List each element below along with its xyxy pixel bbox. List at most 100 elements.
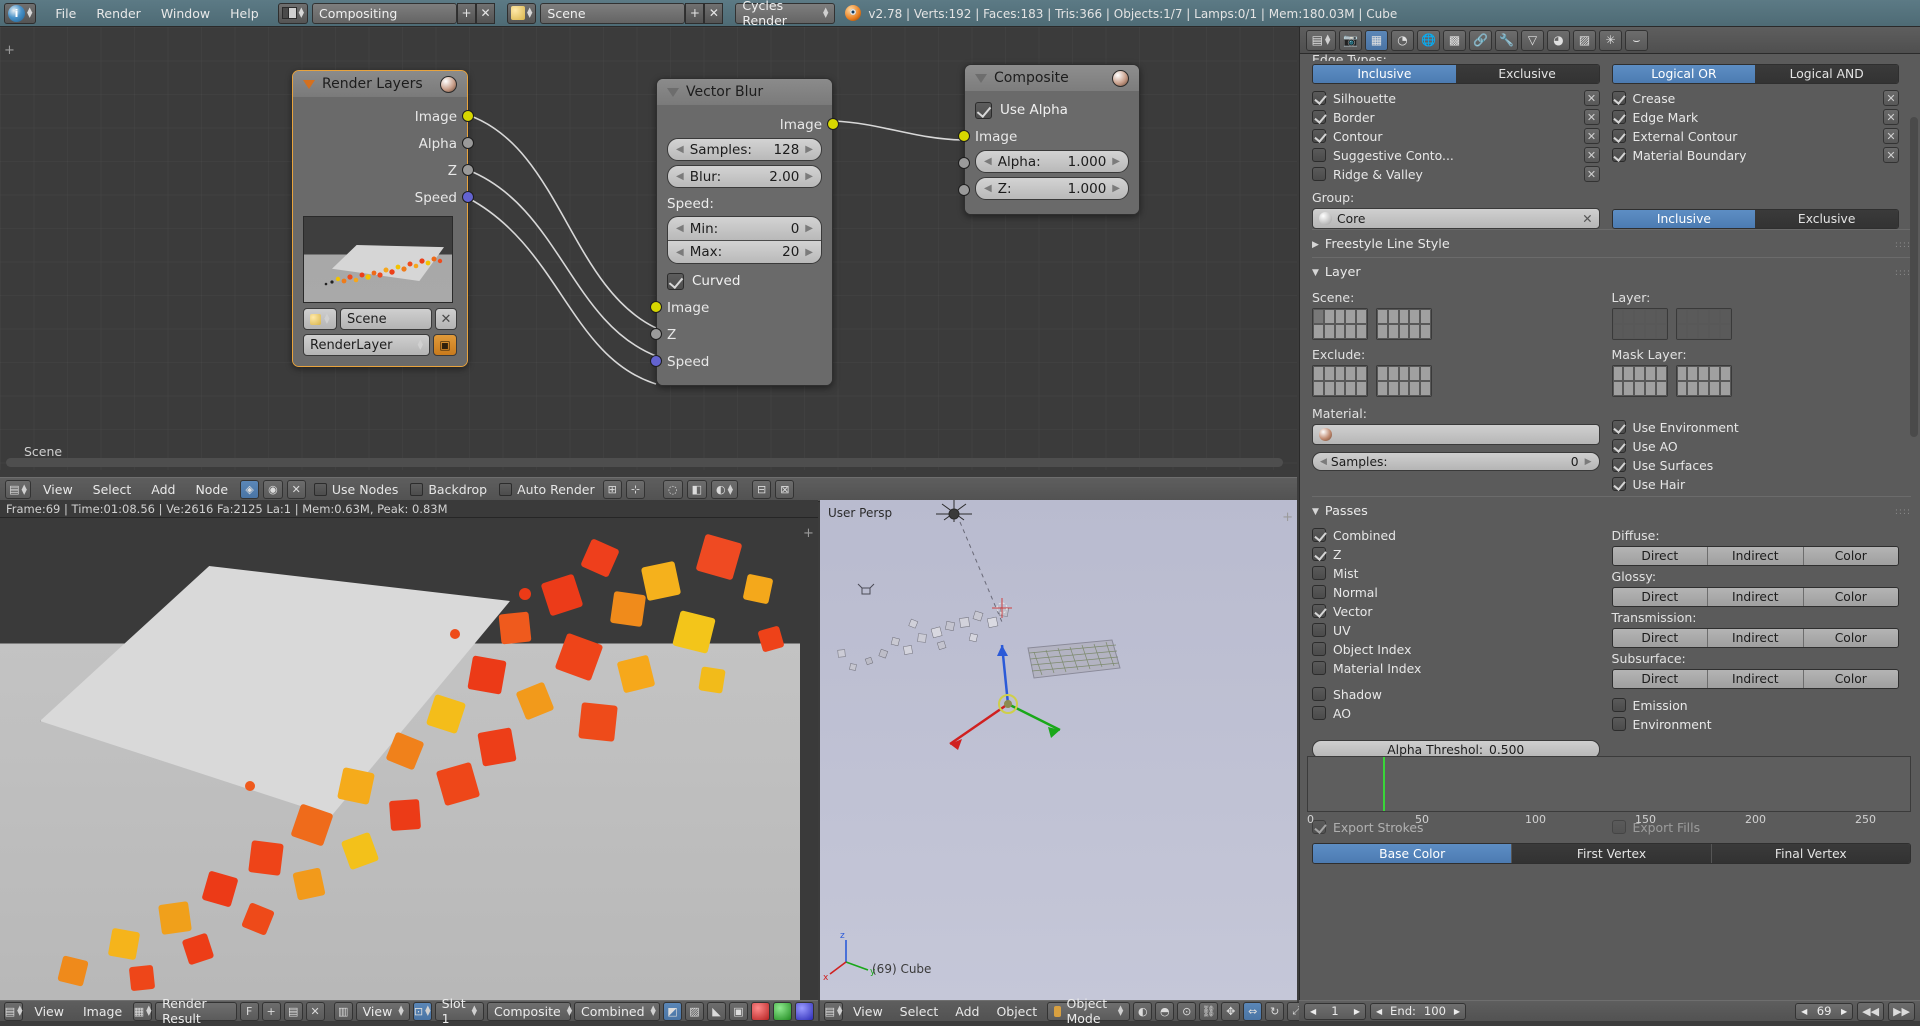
decrement-arrow-icon[interactable]: ◀ <box>676 247 684 258</box>
channel-green-icon[interactable] <box>773 1002 792 1021</box>
decrement-arrow-icon[interactable]: ◀ <box>1376 1007 1382 1016</box>
material-icon[interactable]: ◕ <box>1547 30 1570 51</box>
unlink-image-icon[interactable]: ✕ <box>306 1002 325 1021</box>
btn-glossy-direct[interactable]: Direct <box>1613 588 1709 606</box>
checkbox-icon[interactable] <box>1612 717 1626 731</box>
scene-browse-icon[interactable]: ▲▼ <box>303 308 337 330</box>
opt-use-hair[interactable]: Use Hair <box>1612 475 1900 493</box>
slot-selector[interactable]: Slot 1 ▲▼ <box>435 1002 484 1021</box>
mask-grid-a[interactable] <box>1612 365 1668 397</box>
decrement-arrow-icon[interactable]: ◀ <box>676 223 684 234</box>
btn-group-inclusive[interactable]: Inclusive <box>1613 210 1756 228</box>
render-slot-icon[interactable]: ⊡▲▼ <box>413 1002 432 1021</box>
section-header[interactable]: ▼ Passes :::: <box>1312 501 1911 522</box>
collapse-triangle-icon[interactable] <box>667 88 679 97</box>
subsurface-buttons[interactable]: Direct Indirect Color <box>1612 669 1900 689</box>
viewport-menu-view[interactable]: View <box>846 1002 890 1021</box>
decrement-arrow-icon[interactable]: ◀ <box>1801 1007 1807 1016</box>
input-socket-image[interactable]: Image <box>975 123 1129 150</box>
manipulator-toggle-icon[interactable]: ✥ <box>1221 1002 1240 1021</box>
socket-dot-alpha-icon[interactable] <box>462 137 474 149</box>
channel-blue-icon[interactable] <box>795 1002 814 1021</box>
checkbox-icon[interactable] <box>1312 687 1326 701</box>
pass-material-index[interactable]: Material Index <box>1312 659 1600 677</box>
image-menu-image[interactable]: Image <box>75 1002 130 1021</box>
increment-arrow-icon[interactable]: ▶ <box>805 223 813 234</box>
display-channels-color-icon[interactable]: ◩ <box>663 1002 682 1021</box>
tab-base-color[interactable]: Base Color <box>1313 844 1512 863</box>
layer-grid-a[interactable] <box>1612 308 1668 340</box>
mask-grids[interactable] <box>1612 365 1900 397</box>
pass-selector[interactable]: Combined ▲▼ <box>574 1002 660 1021</box>
clear-scene-button[interactable]: ✕ <box>435 308 457 330</box>
region-toggle-plus-icon[interactable]: + <box>4 43 15 58</box>
mask-grid-b[interactable] <box>1676 365 1732 397</box>
section-header[interactable]: ▶ Freestyle Line Style :::: <box>1312 234 1911 255</box>
jump-end-icon[interactable]: ▶▶ <box>1888 1002 1915 1021</box>
increment-arrow-icon[interactable]: ▶ <box>1841 1007 1847 1016</box>
renderlayer-field[interactable]: RenderLayer ▲▼ <box>303 334 430 356</box>
pass-normal[interactable]: Normal <box>1312 583 1600 601</box>
checkbox-icon[interactable] <box>314 483 327 496</box>
node-render-layers[interactable]: Render Layers Image Alpha Z Speed <box>292 70 468 367</box>
properties-editor[interactable]: ▤▲▼ 📷 ▦ ◔ 🌐 ▩ 🔗 🔧 ▽ ◕ ▨ ✳ ⌣ Edge Types: … <box>1299 27 1920 1000</box>
image-datablock-field[interactable]: Render Result <box>155 1002 237 1021</box>
node-header[interactable]: Vector Blur <box>657 79 832 105</box>
snap-magnet-icon[interactable]: ⛓ <box>1199 1002 1218 1021</box>
pass-ao[interactable]: AO <box>1312 704 1600 722</box>
editor-type-icon[interactable]: ▤▲▼ <box>5 480 31 499</box>
checkbox-icon[interactable] <box>1312 706 1326 720</box>
pass-combined[interactable]: Combined <box>1312 526 1600 544</box>
render-camera-icon[interactable]: ▣ <box>433 334 457 356</box>
alpha-row[interactable]: ◀ Alpha: 1.000 ▶ <box>975 150 1129 173</box>
section-layer[interactable]: ▼ Layer :::: Scene: Layer: <box>1312 257 1911 496</box>
menu-window[interactable]: Window <box>152 3 219 24</box>
diffuse-buttons[interactable]: Direct Indirect Color <box>1612 546 1900 566</box>
btn-logical-or[interactable]: Logical OR <box>1613 65 1756 83</box>
socket-dot-speed-icon[interactable] <box>462 191 474 203</box>
editor-type-selector[interactable]: i ▲▼ <box>4 3 36 24</box>
manipulator-translate-icon[interactable]: ⇔ <box>1243 1002 1262 1021</box>
edge-type-external-contour[interactable]: External Contour ✕ <box>1612 127 1900 145</box>
z-field[interactable]: ◀ Z: 1.000 ▶ <box>975 177 1129 200</box>
scene-icon-box[interactable]: ▲▼ <box>507 3 536 24</box>
checkbox-icon[interactable] <box>1312 623 1326 637</box>
checkbox-icon[interactable] <box>1612 477 1626 491</box>
exclude-toggle-icon[interactable]: ✕ <box>1584 109 1600 125</box>
increment-arrow-icon[interactable]: ▶ <box>805 144 813 155</box>
checkbox-icon[interactable] <box>1312 661 1326 675</box>
edge-type-material-boundary[interactable]: Material Boundary ✕ <box>1612 146 1900 164</box>
checkbox-icon[interactable] <box>1312 528 1326 542</box>
group-field[interactable]: Core ✕ <box>1312 208 1600 229</box>
modifiers-icon[interactable]: 🔧 <box>1495 30 1518 51</box>
increment-arrow-icon[interactable]: ▶ <box>805 171 813 182</box>
opt-use-environment[interactable]: Use Environment <box>1612 418 1900 436</box>
frame-display[interactable]: ◀ 69 ▶ <box>1795 1003 1853 1020</box>
node-menu-node[interactable]: Node <box>187 480 236 499</box>
chevron-down-icon[interactable]: ▼ <box>1312 507 1319 517</box>
auto-render-toggle[interactable]: Auto Render <box>495 482 599 497</box>
checkbox-icon[interactable] <box>1312 547 1326 561</box>
btn-exclusive[interactable]: Exclusive <box>1456 65 1599 83</box>
btn-subsurface-indirect[interactable]: Indirect <box>1708 670 1804 688</box>
checkbox-icon[interactable] <box>1612 698 1626 712</box>
btn-glossy-indirect[interactable]: Indirect <box>1708 588 1804 606</box>
socket-dot-image-icon[interactable] <box>958 130 970 142</box>
exclude-grid-a[interactable] <box>1312 365 1368 397</box>
node-frame-icon[interactable]: ⊠ <box>775 480 794 499</box>
output-socket-alpha[interactable]: Alpha <box>303 130 457 157</box>
checkbox-icon[interactable] <box>1312 585 1326 599</box>
exclude-toggle-icon[interactable]: ✕ <box>1883 109 1899 125</box>
menu-render[interactable]: Render <box>87 3 150 24</box>
scene-name-field[interactable]: Scene <box>340 308 432 330</box>
jump-start-icon[interactable]: ◀◀ <box>1857 1002 1884 1021</box>
node-options-icon[interactable]: ◐▲▼ <box>711 480 738 499</box>
collapse-triangle-icon[interactable] <box>975 74 987 83</box>
editor-type-icon[interactable]: ▤▲▼ <box>824 1002 843 1021</box>
checkbox-icon[interactable] <box>410 483 423 496</box>
node-editor[interactable]: + Scene Render Layers Image Alpha Z <box>0 27 1297 470</box>
pass-uv[interactable]: UV <box>1312 621 1600 639</box>
3d-viewport[interactable]: User Persp + <box>820 500 1297 1000</box>
checkbox-icon[interactable] <box>1312 148 1326 162</box>
menu-help[interactable]: Help <box>221 3 268 24</box>
